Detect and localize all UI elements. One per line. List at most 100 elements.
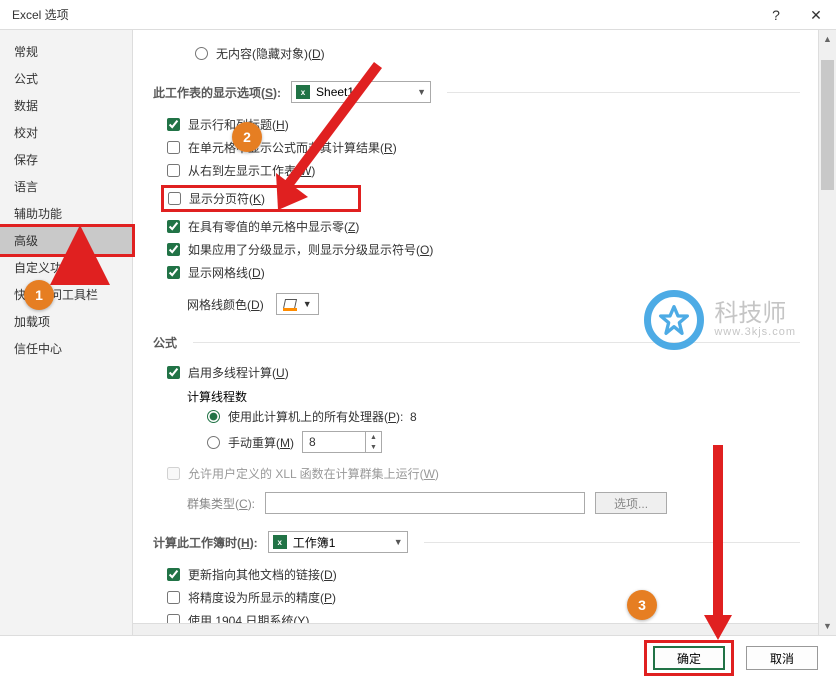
check-row-col-headers[interactable]: 显示行和列标题(H): [167, 113, 800, 136]
radio-no-content-label: 无内容(隐藏对象)(D): [216, 45, 325, 62]
sidebar-item-addins[interactable]: 加载项: [0, 308, 132, 335]
gridline-color-row: 网格线颜色(D) ▼: [167, 290, 800, 318]
sidebar-item-qat[interactable]: 快速访问工具栏: [0, 281, 132, 308]
scroll-up-icon[interactable]: ▲: [819, 30, 836, 48]
radio-no-content[interactable]: 无内容(隐藏对象)(D): [167, 42, 800, 65]
scrollbar-horizontal[interactable]: [133, 623, 818, 635]
check-gridlines-input[interactable]: [167, 266, 180, 279]
check-precision-input[interactable]: [167, 591, 180, 604]
radio-thread-manual-label: 手动重算(M): [228, 434, 294, 451]
check-row-col-headers-input[interactable]: [167, 118, 180, 131]
titlebar-controls: ? ✕: [756, 0, 836, 30]
sidebar-item-save[interactable]: 保存: [0, 146, 132, 173]
highlight-page-breaks: 显示分页符(K): [161, 185, 361, 212]
check-gridlines-label: 显示网格线(D): [188, 264, 265, 281]
close-icon[interactable]: ✕: [796, 0, 836, 30]
cluster-options-button[interactable]: 选项...: [595, 492, 667, 514]
dialog-footer: 确定 取消: [0, 635, 836, 680]
main-content: 无内容(隐藏对象)(D) 此工作表的显示选项(S): x Sheet1 ▼ 显示行…: [133, 30, 818, 635]
radio-thread-all-input[interactable]: [207, 410, 220, 423]
scroll-thumb[interactable]: [821, 60, 834, 190]
check-xll-cluster-input: [167, 467, 180, 480]
sidebar-item-proofing[interactable]: 校对: [0, 119, 132, 146]
check-xll-cluster-label: 允许用户定义的 XLL 函数在计算群集上运行(W): [188, 465, 439, 482]
check-page-breaks-input[interactable]: [168, 192, 181, 205]
spin-down-icon[interactable]: ▼: [366, 442, 381, 452]
check-gridlines[interactable]: 显示网格线(D): [167, 261, 800, 284]
radio-thread-all-label: 使用此计算机上的所有处理器(P): 8: [228, 408, 417, 425]
check-show-formulas[interactable]: 在单元格中显示公式而非其计算结果(R): [167, 136, 800, 159]
excel-workbook-icon: x: [273, 535, 287, 549]
check-multithread[interactable]: 启用多线程计算(U): [167, 361, 800, 384]
cluster-type-label: 群集类型(C):: [187, 495, 255, 512]
sidebar-item-customize-ribbon[interactable]: 自定义功能区: [0, 254, 132, 281]
sidebar-item-accessibility[interactable]: 辅助功能: [0, 200, 132, 227]
sidebar-item-language[interactable]: 语言: [0, 173, 132, 200]
check-update-links-input[interactable]: [167, 568, 180, 581]
check-rtl-sheet[interactable]: 从右到左显示工作表(W): [167, 159, 800, 182]
check-rtl-sheet-input[interactable]: [167, 164, 180, 177]
sidebar: 常规 公式 数据 校对 保存 语言 辅助功能 高级 自定义功能区 快速访问工具栏…: [0, 30, 133, 635]
check-outline-symbols-input[interactable]: [167, 243, 180, 256]
formula-section-row: 公式: [153, 330, 800, 361]
workbook-section-row: 计算此工作簿时(H): x 工作簿1 ▼: [153, 527, 800, 563]
cluster-type-row: 群集类型(C): 选项...: [167, 489, 800, 517]
thread-manual-spinner[interactable]: 8 ▲▼: [302, 431, 382, 453]
sheet-section-label: 此工作表的显示选项(S):: [153, 84, 281, 101]
check-show-formulas-label: 在单元格中显示公式而非其计算结果(R): [188, 139, 397, 156]
sidebar-item-general[interactable]: 常规: [0, 38, 132, 65]
help-icon[interactable]: ?: [756, 0, 796, 30]
chevron-down-icon: ▼: [417, 87, 426, 97]
check-multithread-label: 启用多线程计算(U): [188, 364, 289, 381]
scroll-down-icon[interactable]: ▼: [819, 617, 836, 635]
annotation-badge-1: 1: [24, 280, 54, 310]
dialog-body: 常规 公式 数据 校对 保存 语言 辅助功能 高级 自定义功能区 快速访问工具栏…: [0, 30, 836, 635]
window-title: Excel 选项: [8, 6, 69, 23]
gridline-color-picker[interactable]: ▼: [276, 293, 319, 315]
sheet-combo[interactable]: x Sheet1 ▼: [291, 81, 431, 103]
radio-thread-all[interactable]: 使用此计算机上的所有处理器(P): 8: [167, 405, 800, 428]
check-page-breaks-label: 显示分页符(K): [189, 190, 265, 207]
highlight-ok: 确定: [644, 640, 734, 676]
workbook-section-label: 计算此工作簿时(H):: [153, 534, 258, 551]
check-show-formulas-input[interactable]: [167, 141, 180, 154]
fill-bucket-icon: [283, 297, 297, 311]
sidebar-item-data[interactable]: 数据: [0, 92, 132, 119]
check-precision-label: 将精度设为所显示的精度(P): [188, 589, 336, 606]
main-panel: 无内容(隐藏对象)(D) 此工作表的显示选项(S): x Sheet1 ▼ 显示行…: [133, 30, 836, 635]
check-outline-symbols[interactable]: 如果应用了分级显示，则显示分级显示符号(O): [167, 238, 800, 261]
workbook-combo-value: 工作簿1: [293, 534, 336, 551]
check-zero-values-input[interactable]: [167, 220, 180, 233]
titlebar: Excel 选项 ? ✕: [0, 0, 836, 30]
cluster-type-input[interactable]: [265, 492, 585, 514]
thread-count-label: 计算线程数: [167, 384, 800, 405]
check-precision[interactable]: 将精度设为所显示的精度(P): [167, 586, 800, 609]
formula-section-label: 公式: [153, 334, 177, 351]
check-update-links-label: 更新指向其他文档的链接(D): [188, 566, 337, 583]
radio-no-content-input[interactable]: [195, 47, 208, 60]
check-zero-values-label: 在具有零值的单元格中显示零(Z): [188, 218, 359, 235]
radio-thread-manual-input[interactable]: [207, 436, 220, 449]
check-page-breaks-row: 显示分页符(K): [167, 182, 800, 215]
check-update-links[interactable]: 更新指向其他文档的链接(D): [167, 563, 800, 586]
sidebar-item-advanced[interactable]: 高级: [0, 224, 135, 257]
spin-up-icon[interactable]: ▲: [366, 432, 381, 442]
scrollbar-vertical[interactable]: ▲ ▼: [818, 30, 836, 635]
sidebar-item-trust-center[interactable]: 信任中心: [0, 335, 132, 362]
sheet-combo-value: Sheet1: [316, 85, 354, 99]
thread-manual-value: 8: [303, 435, 365, 449]
check-multithread-input[interactable]: [167, 366, 180, 379]
annotation-badge-3: 3: [627, 590, 657, 620]
cancel-button[interactable]: 取消: [746, 646, 818, 670]
sidebar-item-formulas[interactable]: 公式: [0, 65, 132, 92]
check-outline-symbols-label: 如果应用了分级显示，则显示分级显示符号(O): [188, 241, 433, 258]
sheet-section-row: 此工作表的显示选项(S): x Sheet1 ▼: [153, 77, 800, 113]
chevron-down-icon: ▼: [303, 299, 312, 309]
radio-thread-manual[interactable]: 手动重算(M) 8 ▲▼: [167, 428, 800, 456]
gridline-color-label: 网格线颜色(D): [187, 296, 264, 313]
excel-sheet-icon: x: [296, 85, 310, 99]
workbook-combo[interactable]: x 工作簿1 ▼: [268, 531, 408, 553]
ok-button[interactable]: 确定: [653, 646, 725, 670]
check-zero-values[interactable]: 在具有零值的单元格中显示零(Z): [167, 215, 800, 238]
chevron-down-icon: ▼: [394, 537, 403, 547]
